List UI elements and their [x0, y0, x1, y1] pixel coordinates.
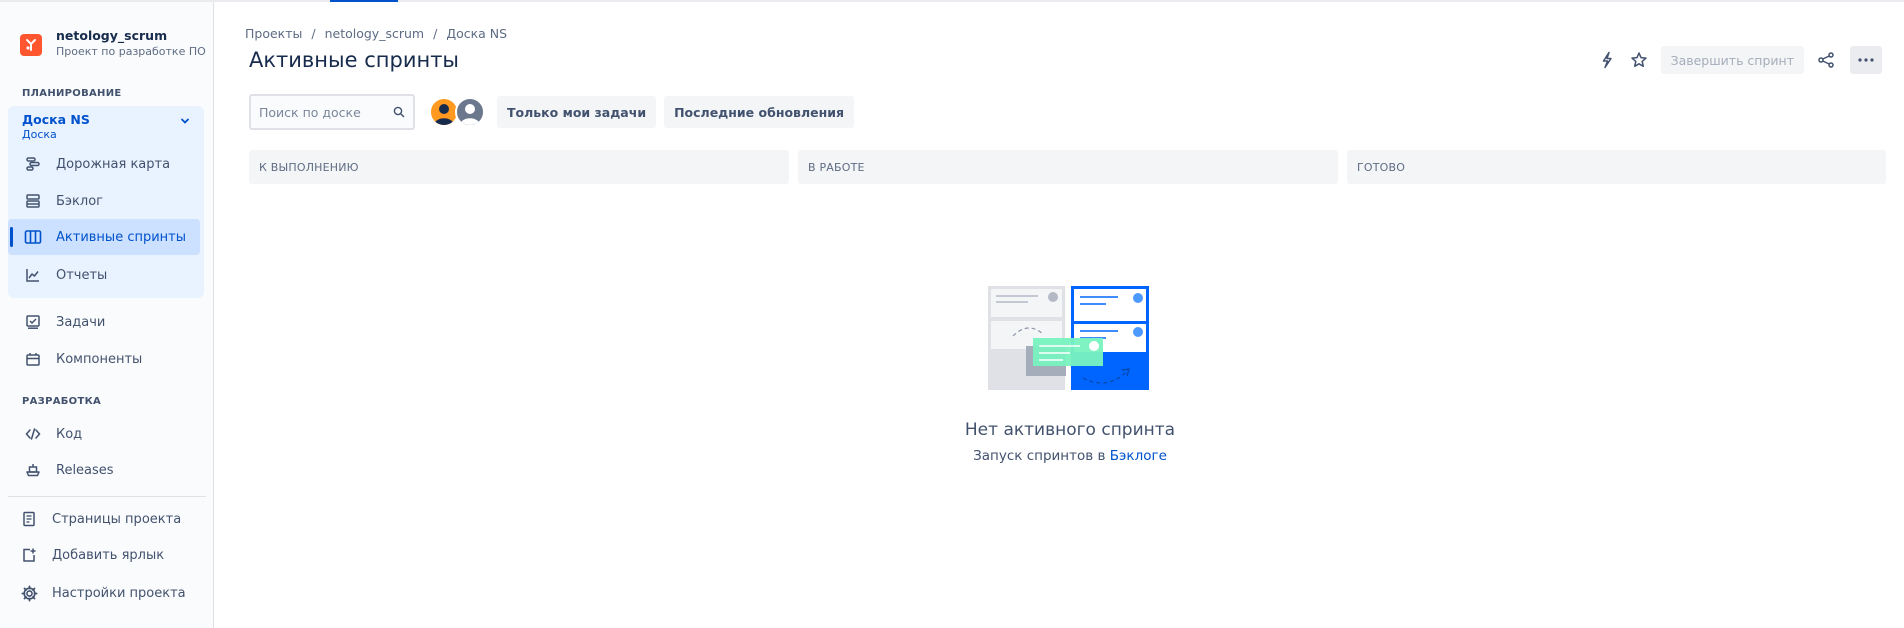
search-icon: [393, 106, 405, 118]
breadcrumb-projects[interactable]: Проекты: [245, 26, 302, 41]
sidebar-item-backlog[interactable]: Бэклог: [8, 183, 200, 219]
sidebar-item-label: Отчеты: [56, 267, 108, 283]
project-type: Проект по разработке ПО: [56, 45, 206, 58]
sidebar-item-components[interactable]: Компоненты: [8, 341, 200, 377]
breadcrumb-separator: /: [433, 26, 438, 41]
page-title: Активные спринты: [249, 48, 460, 72]
active-tab-indicator: [330, 0, 398, 2]
empty-state-subtitle-text: Запуск спринтов в: [973, 448, 1106, 464]
more-dots-icon: [1858, 58, 1874, 62]
sidebar-item-project-settings[interactable]: Настройки проекта: [4, 575, 196, 611]
board-name: Доска NS: [22, 112, 90, 127]
column-header-todo: К ВЫПОЛНЕНИЮ: [249, 150, 789, 184]
header-actions: Завершить спринт: [1591, 46, 1882, 74]
project-header[interactable]: netology_scrum Проект по разработке ПО: [20, 28, 206, 60]
board-columns: К ВЫПОЛНЕНИЮ В РАБОТЕ ГОТОВО: [249, 150, 1886, 184]
sidebar-divider: [8, 496, 206, 497]
lightning-icon[interactable]: [1591, 46, 1623, 74]
sidebar-item-code[interactable]: Код: [8, 416, 200, 452]
sidebar-item-releases[interactable]: Releases: [8, 452, 200, 488]
board-columns-icon: [24, 228, 42, 246]
board-toolbar: Поиск по доске Только мои задачи Последн…: [249, 94, 855, 130]
empty-state-title: Нет активного спринта: [964, 420, 1176, 440]
sidebar-item-label: Бэклог: [56, 193, 103, 209]
complete-sprint-button[interactable]: Завершить спринт: [1660, 46, 1804, 74]
avatar-filter-group: [429, 97, 485, 127]
user-avatar-icon: [460, 104, 480, 125]
sidebar-item-label: Задачи: [56, 314, 106, 330]
filter-only-my-issues-button[interactable]: Только мои задачи: [497, 96, 657, 128]
project-logo-icon: [20, 34, 42, 56]
sidebar-item-roadmap[interactable]: Дорожная карта: [8, 146, 200, 182]
column-header-done: ГОТОВО: [1347, 150, 1886, 184]
breadcrumb-board[interactable]: Доска NS: [446, 26, 507, 41]
sidebar-item-label: Компоненты: [56, 351, 143, 367]
settings-gear-icon: [20, 584, 38, 602]
components-icon: [24, 350, 42, 368]
sidebar-item-label: Добавить ярлык: [52, 547, 165, 563]
add-shortcut-icon: [20, 546, 38, 564]
sidebar-item-label: Дорожная карта: [56, 156, 171, 172]
top-progress-line: [0, 0, 1904, 2]
search-input[interactable]: Поиск по доске: [249, 94, 415, 130]
breadcrumb-project[interactable]: netology_scrum: [325, 26, 425, 41]
empty-state-subtitle: Запуск спринтов в Бэклоге: [900, 448, 1240, 464]
reports-chart-icon: [24, 266, 42, 284]
board-type: Доска: [22, 128, 57, 141]
code-icon: [24, 425, 42, 443]
column-header-in-progress: В РАБОТЕ: [798, 150, 1338, 184]
pages-icon: [20, 510, 38, 528]
sidebar-item-project-pages[interactable]: Страницы проекта: [4, 501, 196, 537]
project-name: netology_scrum: [56, 28, 168, 43]
breadcrumb-separator: /: [311, 26, 316, 41]
sidebar-item-label: Код: [56, 426, 83, 442]
sidebar-item-active-sprints[interactable]: Активные спринты: [8, 219, 200, 255]
section-title-development: РАЗРАБОТКА: [22, 396, 102, 407]
star-icon[interactable]: [1623, 46, 1655, 74]
sidebar-item-reports[interactable]: Отчеты: [8, 257, 200, 293]
backlog-link[interactable]: Бэклоге: [1110, 448, 1167, 464]
avatar[interactable]: [455, 97, 485, 127]
share-icon[interactable]: [1810, 46, 1842, 74]
more-actions-button[interactable]: [1850, 46, 1882, 74]
sidebar-item-issues[interactable]: Задачи: [8, 304, 200, 340]
breadcrumb: Проекты / netology_scrum / Доска NS: [245, 26, 507, 41]
sidebar-item-label: Releases: [56, 462, 114, 478]
sidebar: netology_scrum Проект по разработке ПО П…: [0, 2, 214, 628]
empty-state: Нет активного спринта Запуск спринтов в …: [900, 286, 1240, 464]
sidebar-item-add-shortcut[interactable]: Добавить ярлык: [4, 537, 196, 573]
user-avatar-icon: [434, 104, 454, 125]
issues-icon: [24, 313, 42, 331]
sidebar-item-label: Настройки проекта: [52, 585, 186, 601]
sidebar-item-label: Активные спринты: [56, 229, 187, 245]
filter-recently-updated-button[interactable]: Последние обновления: [664, 96, 855, 128]
chevron-down-icon[interactable]: [180, 116, 190, 126]
roadmap-icon: [24, 155, 42, 173]
search-placeholder: Поиск по доске: [259, 104, 361, 120]
empty-board-illustration: [988, 286, 1149, 390]
section-title-planning: ПЛАНИРОВАНИЕ: [22, 88, 122, 99]
sidebar-item-label: Страницы проекта: [52, 511, 182, 527]
board-selector[interactable]: Доска NS Доска: [22, 112, 90, 142]
releases-ship-icon: [24, 461, 42, 479]
backlog-icon: [24, 192, 42, 210]
